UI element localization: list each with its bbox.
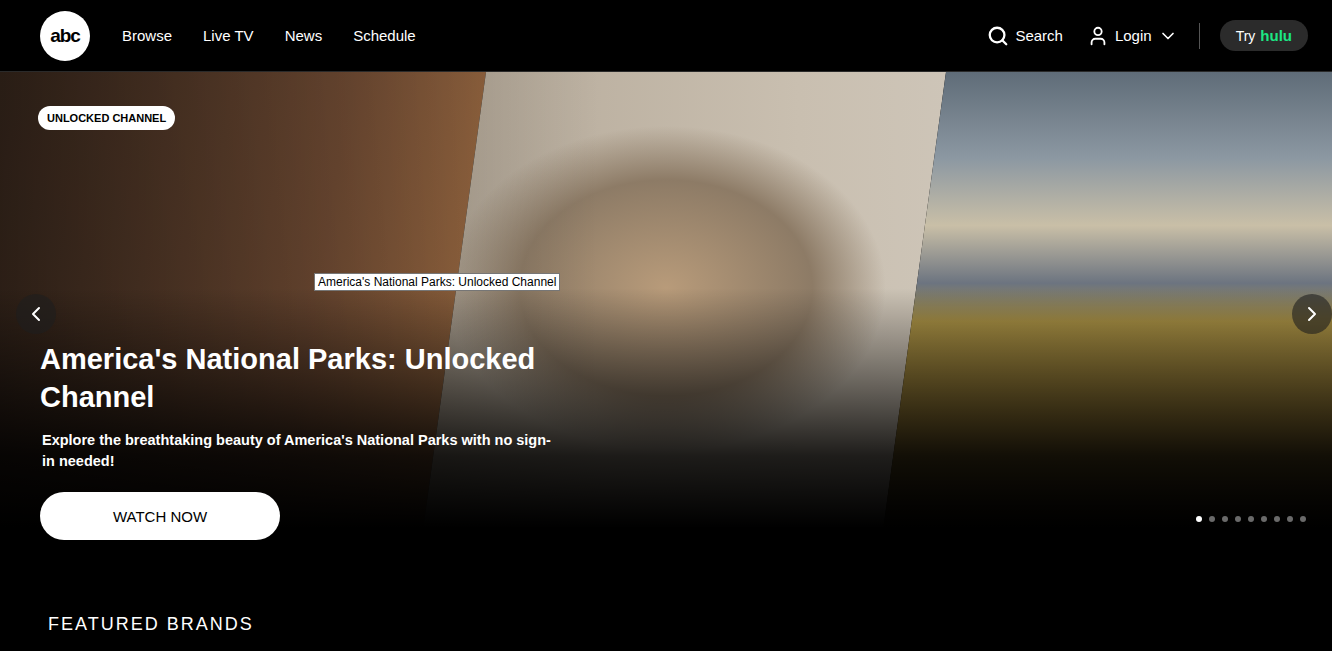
user-icon — [1087, 25, 1109, 47]
watch-now-button[interactable]: WATCH NOW — [40, 492, 280, 540]
nav-link[interactable]: Browse — [122, 27, 172, 44]
featured-brands: FEATURED BRANDS — [0, 552, 1332, 635]
try-hulu-button[interactable]: Tryhulu — [1220, 20, 1308, 51]
chevron-down-icon — [1158, 26, 1178, 46]
search-button[interactable]: Search — [987, 25, 1063, 47]
hero-fade — [0, 72, 1332, 552]
carousel-dot[interactable] — [1209, 516, 1215, 522]
carousel-dots — [1196, 516, 1306, 522]
search-icon — [987, 25, 1009, 47]
carousel-dot[interactable] — [1222, 516, 1228, 522]
login-button[interactable]: Login — [1087, 25, 1178, 47]
page: abc Browse Live TV News Schedule Search Login T… — [0, 0, 1332, 651]
carousel-dot[interactable] — [1274, 516, 1280, 522]
carousel-dot[interactable] — [1261, 516, 1267, 522]
top-bar: abc Browse Live TV News Schedule Search Login T… — [0, 0, 1332, 72]
tooltip: America's National Parks: Unlocked Chann… — [314, 273, 560, 291]
hero-content: UNLOCKED CHANNEL America's National Parks… — [0, 72, 1332, 540]
carousel-dot[interactable] — [1287, 516, 1293, 522]
section-heading: FEATURED BRANDS — [48, 614, 1332, 635]
carousel-dot[interactable] — [1300, 516, 1306, 522]
next-button[interactable] — [1292, 294, 1332, 334]
previous-button[interactable] — [16, 294, 56, 334]
carousel-dot[interactable] — [1248, 516, 1254, 522]
hero-carousel: UNLOCKED CHANNEL America's National Parks… — [0, 72, 1332, 552]
carousel-dot[interactable] — [1235, 516, 1241, 522]
chevron-right-icon — [1300, 302, 1324, 326]
carousel-dot[interactable] — [1196, 516, 1202, 522]
hero-description: Explore the breathtaking beauty of Ameri… — [42, 430, 562, 472]
main-nav: Browse Live TV News Schedule — [122, 27, 416, 44]
unlocked-badge: UNLOCKED CHANNEL — [38, 106, 175, 130]
nav-link[interactable]: Schedule — [353, 27, 416, 44]
abc-logo[interactable]: abc — [40, 11, 90, 61]
nav-link[interactable]: News — [285, 27, 323, 44]
header-actions: Search Login Tryhulu — [987, 20, 1308, 51]
nav-link[interactable]: Live TV — [203, 27, 254, 44]
chevron-left-icon — [24, 302, 48, 326]
header-divider — [1199, 23, 1200, 49]
hulu-logo: hulu — [1260, 27, 1292, 44]
hero-title: America's National Parks: Unlocked Chann… — [40, 340, 620, 416]
